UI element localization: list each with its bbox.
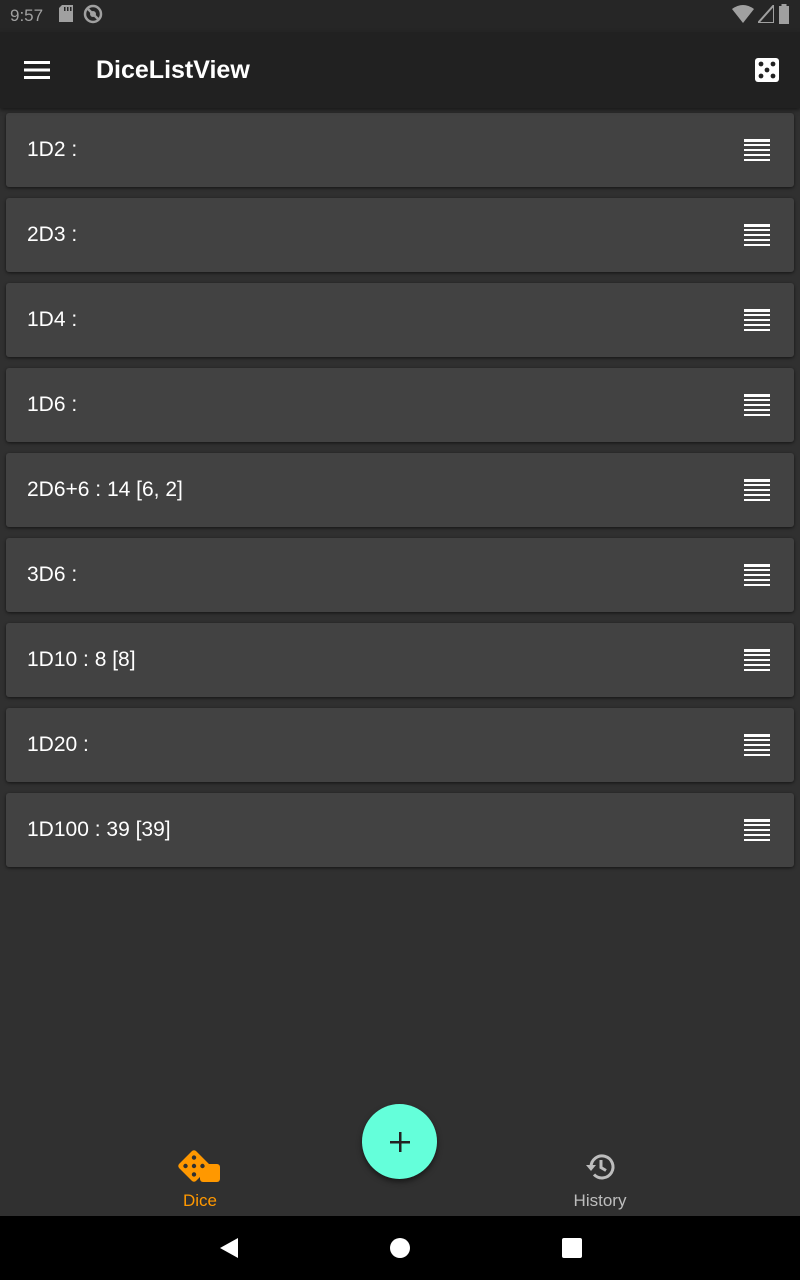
list-item[interactable]: 2D6+6 : 14 [6, 2] <box>6 453 794 527</box>
dice-label: 1D10 : 8 [8] <box>27 648 136 671</box>
drag-handle-icon[interactable] <box>744 479 770 501</box>
system-navigation-bar <box>0 1216 800 1280</box>
dice-label: 1D2 : <box>27 138 78 161</box>
list-item[interactable]: 1D2 : <box>6 113 794 187</box>
list-item[interactable]: 1D100 : 39 [39] <box>6 793 794 867</box>
page-title: DiceListView <box>96 55 250 84</box>
nav-tab-history[interactable]: History <box>540 1150 660 1210</box>
sd-card-icon <box>59 5 74 27</box>
nav-history-label: History <box>573 1191 627 1210</box>
hamburger-icon[interactable] <box>22 55 52 85</box>
plus-icon <box>389 1131 410 1152</box>
list-item[interactable]: 3D6 : <box>6 538 794 612</box>
dice-label: 1D4 : <box>27 308 78 331</box>
dice-icon[interactable] <box>754 57 780 83</box>
list-item[interactable]: 1D20 : <box>6 708 794 782</box>
wifi-icon <box>732 4 754 28</box>
list-item[interactable]: 2D3 : <box>6 198 794 272</box>
drag-handle-icon[interactable] <box>744 819 770 841</box>
dice-label: 1D6 : <box>27 393 78 416</box>
recents-icon[interactable] <box>560 1236 584 1260</box>
app-bar: DiceListView <box>0 32 800 108</box>
dice-nav-icon <box>178 1150 222 1189</box>
add-dice-button[interactable] <box>362 1104 437 1179</box>
list-item[interactable]: 1D4 : <box>6 283 794 357</box>
dice-label: 3D6 : <box>27 563 78 586</box>
dice-label: 2D3 : <box>27 223 78 246</box>
dice-label: 2D6+6 : 14 [6, 2] <box>27 478 183 501</box>
home-icon[interactable] <box>388 1236 412 1260</box>
list-item[interactable]: 1D10 : 8 [8] <box>6 623 794 697</box>
block-icon <box>83 4 103 29</box>
back-icon[interactable] <box>218 1236 242 1260</box>
nav-tab-dice[interactable]: Dice <box>140 1150 260 1210</box>
dice-label: 1D20 : <box>27 733 89 756</box>
drag-handle-icon[interactable] <box>744 394 770 416</box>
status-bar: 9:57 <box>0 0 800 32</box>
status-time: 9:57 <box>10 6 44 25</box>
drag-handle-icon[interactable] <box>744 139 770 161</box>
dice-label: 1D100 : 39 [39] <box>27 818 171 841</box>
drag-handle-icon[interactable] <box>744 309 770 331</box>
battery-icon <box>778 3 790 29</box>
drag-handle-icon[interactable] <box>744 564 770 586</box>
history-icon <box>583 1150 617 1189</box>
drag-handle-icon[interactable] <box>744 734 770 756</box>
dice-list: 1D2 : 2D3 : 1D4 : 1D6 : 2D6+6 : 14 [6, 2… <box>6 113 794 878</box>
signal-icon <box>755 1 775 28</box>
nav-dice-label: Dice <box>182 1191 217 1210</box>
drag-handle-icon[interactable] <box>744 649 770 671</box>
list-item[interactable]: 1D6 : <box>6 368 794 442</box>
drag-handle-icon[interactable] <box>744 224 770 246</box>
